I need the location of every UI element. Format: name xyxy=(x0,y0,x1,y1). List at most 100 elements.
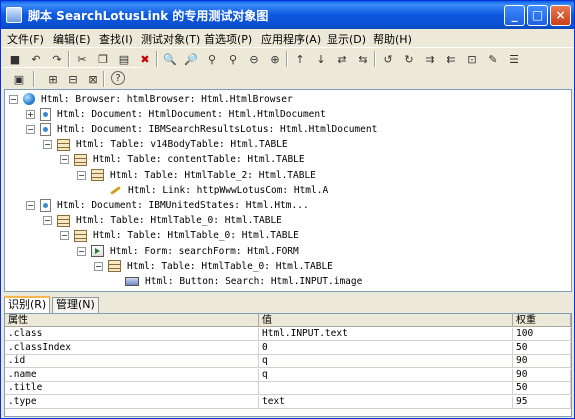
collapse-icon[interactable]: − xyxy=(26,124,35,134)
tree-node[interactable]: − Html: Document: IBMSearchResultsLotus: … xyxy=(26,122,379,136)
property-value-cell[interactable]: q xyxy=(259,355,513,369)
update-icon[interactable]: ↻ xyxy=(401,51,417,67)
property-row[interactable]: .class Html.INPUT.text 100 xyxy=(5,328,571,341)
tree-node[interactable]: Html: Button: Search: Html.INPUT.image xyxy=(111,274,364,288)
save-icon[interactable]: ■ xyxy=(7,51,23,67)
property-weight-cell[interactable]: 90 xyxy=(513,368,571,382)
table-icon xyxy=(108,260,121,273)
menu-bar: 文件(F) 编辑(E) 查找(I) 测试对象(T) 首选项(P) 应用程序(A)… xyxy=(1,29,574,47)
property-row[interactable]: .id q 90 xyxy=(5,355,571,369)
menu-display[interactable]: 显示(D) xyxy=(327,31,366,47)
tree-node[interactable]: − Html: Table: v14BodyTable: Html.TABLE xyxy=(43,138,290,152)
property-weight-cell[interactable]: 100 xyxy=(513,328,571,341)
collapse-all-icon[interactable]: ⊟ xyxy=(65,71,81,87)
property-row[interactable]: .classIndex 0 50 xyxy=(5,341,571,355)
filter-icon[interactable]: ⊠ xyxy=(85,71,101,87)
form-icon xyxy=(91,245,104,257)
tree-node[interactable]: − Html: Table: HtmlTable_2: Html.TABLE xyxy=(77,168,318,182)
property-weight-cell[interactable]: 50 xyxy=(513,382,571,396)
tree-node[interactable]: − Html: Table: HtmlTable_0: Html.TABLE xyxy=(43,214,284,228)
menu-preferences[interactable]: 首选项(P) xyxy=(204,31,252,47)
find-next-icon[interactable]: 🔎 xyxy=(183,51,199,67)
menu-file[interactable]: 文件(F) xyxy=(7,31,44,47)
property-weight-cell[interactable]: 95 xyxy=(513,396,571,409)
collapse-icon[interactable]: − xyxy=(26,200,35,210)
tree-node[interactable]: − Html: Form: searchForm: Html.FORM xyxy=(77,244,301,258)
redo-icon[interactable]: ↷ xyxy=(49,51,65,67)
display-icon[interactable]: ▣ xyxy=(11,71,27,87)
help-icon[interactable]: ? xyxy=(111,71,125,85)
tree-node[interactable]: − Html: Table: contentTable: Html.TABLE xyxy=(60,153,307,167)
tab-administration[interactable]: 管理(N) xyxy=(52,297,99,313)
tree-node[interactable]: − Html: Table: HtmlTable_0: Html.TABLE xyxy=(60,229,301,243)
tree-node[interactable]: − Html: Document: IBMUnitedStates: Html.H… xyxy=(26,198,311,212)
find-object-icon[interactable]: ⚲ xyxy=(204,51,220,67)
remove-icon[interactable]: ⊖ xyxy=(246,51,262,67)
property-row[interactable]: .type text 95 xyxy=(5,396,571,409)
table-icon xyxy=(57,138,70,151)
menu-find[interactable]: 查找(I) xyxy=(99,31,133,47)
tree-node-label: Html: Document: IBMSearchResultsLotus: H… xyxy=(57,123,378,135)
move-up-icon[interactable]: ↑ xyxy=(292,51,308,67)
properties-icon[interactable]: ☰ xyxy=(506,51,522,67)
move-down-icon[interactable]: ↓ xyxy=(313,51,329,67)
paste-icon[interactable]: ▤ xyxy=(116,51,132,67)
property-value-cell[interactable]: text xyxy=(259,396,513,409)
table-icon xyxy=(91,169,104,181)
property-value-cell[interactable]: q xyxy=(259,368,513,382)
collapse-icon[interactable]: − xyxy=(77,246,86,256)
property-weight-cell[interactable]: 90 xyxy=(513,355,571,369)
cut-icon[interactable]: ✂ xyxy=(74,51,90,67)
merge-icon[interactable]: ⇄ xyxy=(334,51,350,67)
expand-icon[interactable]: + xyxy=(26,109,35,119)
close-button[interactable]: × xyxy=(550,5,571,26)
column-header-property[interactable]: 属性 xyxy=(5,314,259,327)
property-value-cell[interactable] xyxy=(259,382,513,396)
restore-icon[interactable]: ↺ xyxy=(380,51,396,67)
collapse-icon[interactable]: − xyxy=(60,155,69,165)
test-object-map-window: 脚本 SearchLotusLink 的专用测试对象图 _ □ × 文件(F) … xyxy=(0,0,575,419)
object-tree[interactable]: − Html: Browser: htmlBrowser: Html.HtmlBr… xyxy=(4,89,572,292)
toolbar-separator xyxy=(286,51,288,67)
property-row[interactable]: .title 50 xyxy=(5,382,571,396)
unify-icon[interactable]: ⇉ xyxy=(422,51,438,67)
property-row[interactable]: .name q 90 xyxy=(5,368,571,382)
find-previous-icon[interactable]: ⚲ xyxy=(225,51,241,67)
copy-icon[interactable]: ❐ xyxy=(95,51,111,67)
find-icon[interactable]: 🔍 xyxy=(162,51,178,67)
tab-recognition[interactable]: 识别(R) xyxy=(4,296,51,313)
tree-node[interactable]: − Html: Browser: htmlBrowser: Html.HtmlBr… xyxy=(9,92,295,106)
tree-node[interactable]: Html: Link: httpWwwLotusCom: Html.A xyxy=(94,183,330,197)
menu-application[interactable]: 应用程序(A) xyxy=(261,31,321,47)
menu-edit[interactable]: 编辑(E) xyxy=(53,31,91,47)
tree-node-selected[interactable]: Html: Text: q: Html.INPUT.text xyxy=(111,290,319,291)
minimize-button[interactable]: _ xyxy=(504,5,525,26)
tree-node-label: Html: Document: HtmlDocument: Html.HtmlD… xyxy=(57,108,326,120)
property-value-cell[interactable]: 0 xyxy=(259,341,513,355)
collapse-icon[interactable]: − xyxy=(77,170,86,180)
associate-icon[interactable]: ⊡ xyxy=(464,51,480,67)
title-bar[interactable]: 脚本 SearchLotusLink 的专用测试对象图 _ □ × xyxy=(1,1,574,29)
delete-icon[interactable]: ✖ xyxy=(137,51,153,67)
expand-all-icon[interactable]: ⊞ xyxy=(45,71,61,87)
tree-node[interactable]: + Html: Document: HtmlDocument: Html.Html… xyxy=(26,107,328,121)
tree-node[interactable]: − Html: Table: HtmlTable_0: Html.TABLE xyxy=(94,259,335,273)
replace-icon[interactable]: ⇆ xyxy=(355,51,371,67)
column-header-weight[interactable]: 权重 xyxy=(513,314,571,327)
collapse-icon[interactable]: − xyxy=(9,94,18,104)
rename-icon[interactable]: ✎ xyxy=(485,51,501,67)
undo-icon[interactable]: ↶ xyxy=(28,51,44,67)
property-value-cell[interactable]: Html.INPUT.text xyxy=(259,328,513,341)
menu-help[interactable]: 帮助(H) xyxy=(373,31,412,47)
collapse-icon[interactable]: − xyxy=(43,140,52,150)
property-weight-cell[interactable]: 50 xyxy=(513,341,571,355)
collapse-icon[interactable]: − xyxy=(94,261,103,271)
split-icon[interactable]: ⇇ xyxy=(443,51,459,67)
maximize-button[interactable]: □ xyxy=(527,5,548,26)
collapse-icon[interactable]: − xyxy=(43,216,52,226)
collapse-icon[interactable]: − xyxy=(60,231,69,241)
menu-test-object[interactable]: 测试对象(T) xyxy=(141,31,200,47)
add-icon[interactable]: ⊕ xyxy=(267,51,283,67)
tree-node-label: Html: Table: HtmlTable_0: Html.TABLE xyxy=(76,215,282,227)
column-header-value[interactable]: 值 xyxy=(259,314,513,327)
